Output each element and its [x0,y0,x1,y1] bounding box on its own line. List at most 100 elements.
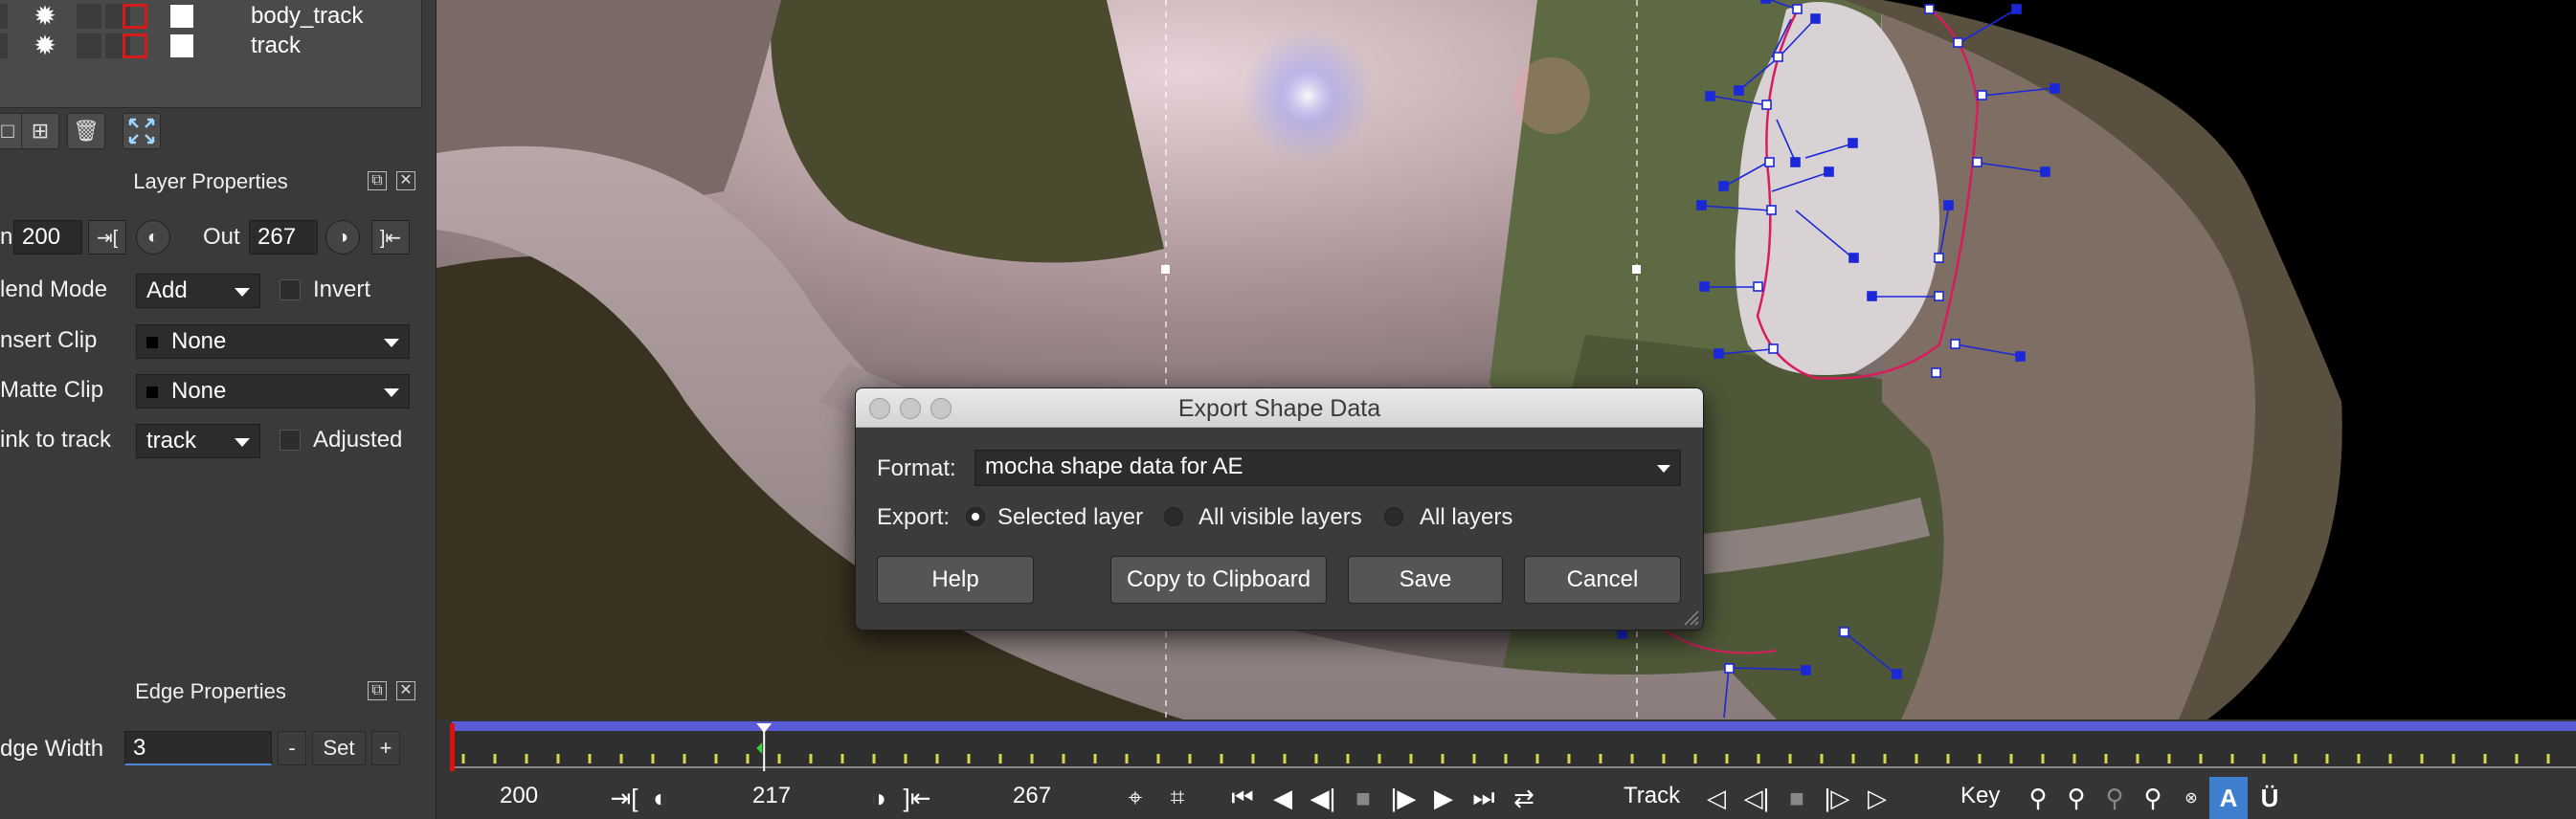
radio-label: All visible layers [1198,504,1362,530]
adjusted-checkbox[interactable] [280,430,301,451]
radio-all-visible-layers[interactable] [1164,507,1183,526]
track-forward-icon[interactable]: ▷ [1861,777,1893,819]
in-point-input[interactable]: 200 [13,220,82,255]
link-to-track-dropdown[interactable]: track [136,424,260,458]
dialog-title: Export Shape Data [1177,395,1381,422]
step-backward-icon[interactable]: ◀| [1306,777,1340,819]
edge-width-input[interactable]: 3 [124,731,272,765]
chevron-down-icon [235,438,250,447]
out-frame-value[interactable]: 267 [1013,783,1051,809]
zoom-timeline-icon[interactable]: ⌖ [1118,777,1153,819]
dialog-titlebar[interactable]: Export Shape Data [856,388,1703,428]
trash-icon[interactable]: 🗑 [67,113,105,149]
layer-cell [77,4,101,29]
increase-button[interactable]: + [371,731,400,765]
layer-color-swatch[interactable] [123,33,147,58]
autokey-icon[interactable]: A [2209,777,2248,819]
prev-key-icon[interactable]: ⚲ [2022,777,2054,819]
gear-icon[interactable]: ✹ [33,33,57,59]
adjusted-label: Adjusted [313,427,403,453]
stop-icon[interactable]: ■ [1346,777,1380,819]
layer-properties-header: Layer Properties ⧉ ✕ [0,166,421,198]
track-backward-icon[interactable]: ◁ [1700,777,1733,819]
track-step-backward-icon[interactable]: ◁| [1740,777,1773,819]
track-step-forward-icon[interactable]: |▷ [1821,777,1853,819]
set-out-icon[interactable]: ]⇤ [902,777,932,819]
help-button[interactable]: Help [877,556,1034,604]
out-point-input[interactable]: 267 [249,220,318,255]
layer-name: body_track [251,3,364,29]
chevron-down-icon [384,339,399,347]
timeline-ruler[interactable] [437,719,2576,775]
go-to-out-icon[interactable]: ◑ [325,220,360,255]
go-to-start-icon[interactable]: ⏮ [1225,777,1260,819]
add-key-icon[interactable]: ⚲ [2098,777,2131,819]
go-to-out-icon[interactable]: ◑ [863,777,894,819]
add-layer-icon[interactable]: ⊞ [21,113,59,149]
copy-to-clipboard-button[interactable]: Copy to Clipboard [1110,556,1327,604]
float-panel-icon[interactable]: ⧉ [368,681,387,700]
radio-label: All layers [1420,504,1513,530]
layer-cell [0,33,8,58]
radio-label: Selected layer [997,504,1144,530]
go-to-end-icon[interactable]: ⏭ [1467,777,1501,819]
track-stop-icon[interactable]: ■ [1781,777,1813,819]
blend-mode-value: Add [146,277,188,303]
link-to-track-value: track [146,428,197,454]
next-key-icon[interactable]: ⚲ [2060,777,2093,819]
layer-cell [0,4,8,29]
radio-selected-layer[interactable] [966,507,985,526]
blend-mode-dropdown[interactable]: Add [136,274,260,308]
export-shape-data-dialog: Export Shape Data Format: mocha shape da… [855,387,1704,631]
loop-icon[interactable]: ⇄ [1507,777,1541,819]
float-panel-icon[interactable]: ⧉ [368,171,387,190]
layer-list: ✹ body_track ✹ track [0,0,422,108]
delete-all-keys-icon[interactable]: ⊗ [2175,777,2207,819]
delete-key-icon[interactable]: ⚲ [2137,777,2169,819]
decrease-button[interactable]: - [278,731,306,765]
play-forward-icon[interactable]: ▶ [1426,777,1461,819]
blend-mode-label: lend Mode [0,277,108,302]
chevron-down-icon [235,288,250,297]
set-out-point-icon[interactable]: ]⇤ [371,220,410,255]
out-label: Out [203,224,240,250]
matte-clip-dropdown[interactable]: None [136,374,410,409]
layer-visibility-box[interactable] [170,5,193,28]
go-to-in-icon[interactable]: ◐ [645,777,676,819]
format-value: mocha shape data for AE [985,454,1243,479]
layer-color-swatch[interactable] [123,4,147,29]
step-forward-icon[interactable]: |▶ [1386,777,1421,819]
format-dropdown[interactable]: mocha shape data for AE [974,450,1681,486]
set-button[interactable]: Set [312,731,366,765]
save-button[interactable]: Save [1348,556,1503,604]
insert-clip-dropdown[interactable]: None [136,324,410,359]
radio-all-layers[interactable] [1384,507,1403,526]
invert-checkbox[interactable] [280,279,301,300]
fit-timeline-icon[interactable]: ⌗ [1160,777,1195,819]
matte-clip-label: Matte Clip [0,377,104,403]
set-in-point-icon[interactable]: ⇥[ [88,220,126,255]
gear-icon[interactable]: ✹ [33,3,57,30]
go-to-in-icon[interactable]: ◐ [136,220,170,255]
format-label: Format: [877,455,956,481]
current-frame-value[interactable]: 217 [752,783,791,809]
track-label: Track [1624,783,1681,808]
layer-visibility-box[interactable] [170,34,193,57]
layer-row[interactable]: ✹ track [0,32,421,60]
play-backward-icon[interactable]: ◀ [1266,777,1300,819]
resize-grip-icon[interactable] [1682,609,1699,626]
close-panel-icon[interactable]: ✕ [396,681,415,700]
cancel-button[interactable]: Cancel [1524,556,1681,604]
in-frame-value[interactable]: 200 [500,783,538,809]
edge-width-label: dge Width [0,736,104,762]
key-mode-icon[interactable]: Ü [2253,777,2286,819]
layer-row[interactable]: ✹ body_track [0,2,421,31]
close-panel-icon[interactable]: ✕ [396,171,415,190]
clip-swatch [146,386,158,398]
invert-label: Invert [313,277,371,302]
set-in-icon[interactable]: ⇥[ [609,777,639,819]
chevron-down-icon [384,388,399,397]
key-label: Key [1960,783,2001,808]
timeline: 200 ⇥[ ◐ 217 ◑ ]⇤ 267 ⌖ ⌗ ⏮ ◀ ◀| ■ |▶ ▶ … [437,719,2576,819]
fit-view-icon[interactable] [123,113,161,149]
